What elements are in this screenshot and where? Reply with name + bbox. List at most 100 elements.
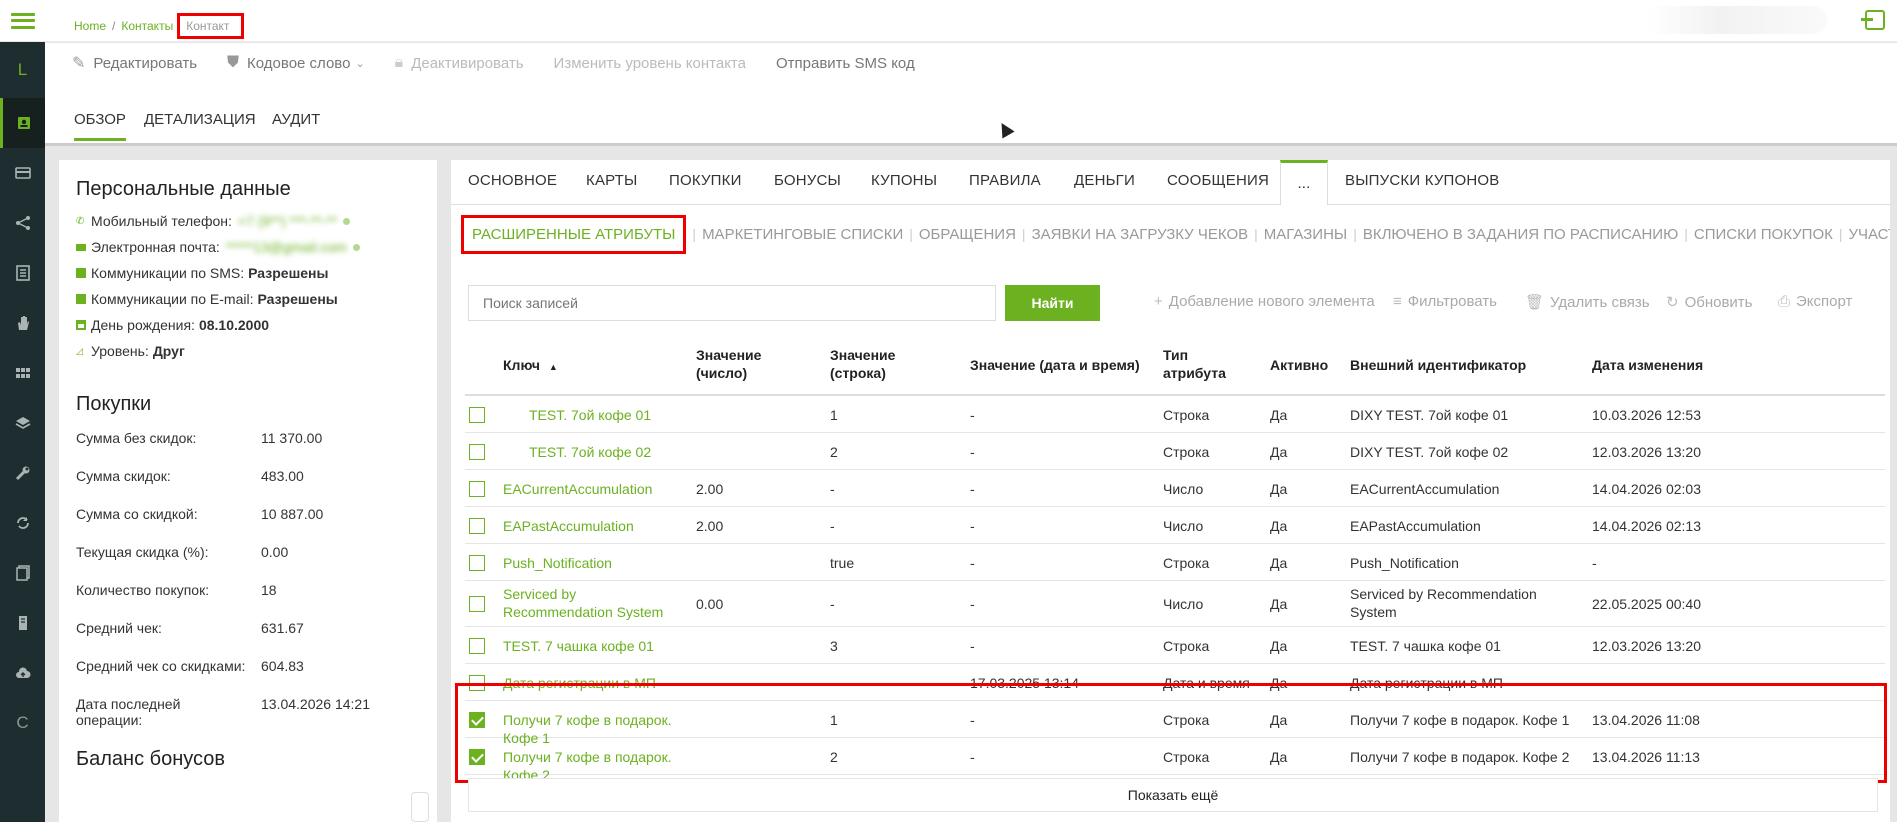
receipt-icon[interactable]	[0, 598, 45, 648]
row-checkbox[interactable]	[469, 554, 485, 571]
subtab-shopping-lists[interactable]: СПИСКИ ПОКУПОК	[1694, 226, 1833, 243]
app-letter-c[interactable]: C	[0, 698, 45, 748]
filter-button[interactable]: ≡ Фильтровать	[1393, 293, 1497, 310]
subtab-separator: |	[1021, 226, 1026, 242]
codeword-button[interactable]: ⛊ Кодовое слово ⌄	[227, 54, 365, 72]
tab-main[interactable]: ОСНОВНОЕ	[468, 172, 557, 189]
table-row[interactable]: EACurrentAccumulation 2.00 - - Число Да EACurr…	[465, 470, 1885, 507]
cell-active: Да	[1270, 596, 1288, 612]
attribute-key-text: TEST. 7ой кофе 02	[529, 444, 652, 460]
row-checkbox[interactable]	[469, 596, 485, 612]
table-row[interactable]: Serviced by Recommendation System 0.00 - - Ч…	[465, 581, 1885, 627]
cell-changed: 14.04.2026 02:03	[1592, 480, 1701, 497]
breadcrumb-separator: /	[112, 19, 116, 33]
scrollbar-thumb[interactable]	[411, 792, 429, 822]
wrench-icon[interactable]	[0, 448, 45, 498]
documents-icon[interactable]	[0, 548, 45, 598]
share-icon[interactable]	[0, 198, 45, 248]
add-element-button[interactable]: + Добавление нового элемента	[1154, 293, 1375, 310]
subtab-participation[interactable]: УЧАСТИЯ В ПЛ	[1848, 226, 1890, 243]
contact-card-icon[interactable]	[0, 98, 45, 148]
phone-value[interactable]: +7 (9**) ***-**-**	[238, 213, 337, 229]
attribute-key-link[interactable]: Serviced by Recommendation System	[503, 585, 688, 621]
purchase-stat-label: Средний чек:	[76, 620, 162, 636]
attribute-key-link[interactable]: Push_Notification	[503, 554, 688, 572]
row-checkbox[interactable]	[469, 480, 485, 497]
export-button[interactable]: ⎙ Экспорт	[1778, 293, 1852, 310]
col-number[interactable]: Значение (число)	[696, 346, 786, 382]
col-datetime[interactable]: Значение (дата и время)	[970, 356, 1140, 374]
tab-rules[interactable]: ПРАВИЛА	[969, 172, 1041, 189]
table-row[interactable]: TEST. 7ой кофе 01 1 - Строка Да DIXY TEST. 7о…	[465, 396, 1885, 433]
purchase-stat-value: 631.67	[261, 620, 304, 636]
tab-cards[interactable]: КАРТЫ	[586, 172, 638, 189]
layers-icon[interactable]	[0, 398, 45, 448]
grid-icon[interactable]	[0, 348, 45, 398]
user-menu[interactable]	[1647, 6, 1827, 34]
show-more-button[interactable]: Показать ещё	[468, 778, 1878, 812]
list-icon[interactable]	[0, 248, 45, 298]
subtab-extended-attributes[interactable]: РАСШИРЕННЫЕ АТРИБУТЫ	[461, 214, 687, 254]
send-sms-button[interactable]: Отправить SMS код	[776, 55, 915, 72]
table-row[interactable]: Push_Notification true - Строка Да Push_Notif…	[465, 544, 1885, 581]
row-checkbox[interactable]	[469, 406, 485, 423]
tab-purchases[interactable]: ПОКУПКИ	[669, 172, 742, 189]
subtab-scheduled-tasks[interactable]: ВКЛЮЧЕНО В ЗАДАНИЯ ПО РАСПИСАНИЮ	[1363, 226, 1678, 243]
delete-link-button[interactable]: 🗑︎ Удалить связь	[1525, 293, 1650, 312]
tab-overview[interactable]: ОБЗОР	[74, 111, 126, 141]
tab-money[interactable]: ДЕНЬГИ	[1074, 172, 1135, 189]
tab-coupon-issues[interactable]: ВЫПУСКИ КУПОНОВ	[1345, 172, 1500, 189]
row-checkbox[interactable]	[469, 517, 485, 534]
cell-date: -	[970, 637, 975, 654]
attribute-key-link[interactable]: TEST. 7ой кофе 01	[503, 406, 688, 424]
sync-icon[interactable]	[0, 498, 45, 548]
tab-messages[interactable]: СООБЩЕНИЯ	[1167, 172, 1269, 189]
table-row[interactable]: EAPastAccumulation 2.00 - - Число Да EAPastAcc…	[465, 507, 1885, 544]
col-changed[interactable]: Дата изменения	[1592, 356, 1703, 374]
subtab-separator: |	[692, 226, 697, 242]
check-icon	[76, 294, 86, 304]
add-element-label: Добавление нового элемента	[1168, 293, 1375, 310]
personal-data-title: Персональные данные	[76, 178, 291, 200]
find-button[interactable]: Найти	[1005, 285, 1100, 321]
search-input[interactable]	[468, 285, 996, 321]
col-active[interactable]: Активно	[1270, 356, 1328, 374]
email-value[interactable]: *****13@gmail.com	[226, 239, 347, 255]
row-checkbox[interactable]	[469, 637, 485, 654]
attribute-key-link[interactable]: TEST. 7ой кофе 02	[503, 443, 688, 461]
credit-card-icon[interactable]	[0, 148, 45, 198]
cloud-upload-icon[interactable]	[0, 648, 45, 698]
menu-toggle[interactable]	[0, 0, 45, 42]
refresh-button[interactable]: ↻ Обновить	[1666, 293, 1753, 312]
hand-icon[interactable]	[0, 298, 45, 348]
logout-icon[interactable]	[1861, 10, 1885, 30]
table-row[interactable]: TEST. 7ой кофе 02 2 - Строка Да DIXY TEST. 7о…	[465, 433, 1885, 470]
tab-more[interactable]: ...	[1280, 160, 1328, 205]
col-key[interactable]: Ключ ▲	[503, 356, 558, 376]
edit-button[interactable]: ✎ Редактировать	[72, 53, 197, 73]
breadcrumb-contacts[interactable]: Контакты	[121, 19, 173, 33]
tab-coupons[interactable]: КУПОНЫ	[871, 172, 937, 189]
attribute-key-link[interactable]: TEST. 7 чашка кофе 01	[503, 637, 688, 655]
deactivate-button[interactable]: 🔒︎ Деактивировать	[395, 54, 524, 72]
tab-audit[interactable]: АУДИТ	[272, 111, 320, 138]
subtab-marketing-lists[interactable]: МАРКЕТИНГОВЫЕ СПИСКИ	[702, 226, 903, 243]
subtab-stores[interactable]: МАГАЗИНЫ	[1264, 226, 1347, 243]
subtab-requests[interactable]: ОБРАЩЕНИЯ	[919, 226, 1016, 243]
tab-details[interactable]: ДЕТАЛИЗАЦИЯ	[144, 111, 256, 138]
col-string[interactable]: Значение (строка)	[830, 346, 920, 382]
tab-bonuses[interactable]: БОНУСЫ	[774, 172, 841, 189]
row-checkbox[interactable]	[469, 443, 485, 460]
col-external-id[interactable]: Внешний идентификатор	[1350, 356, 1526, 374]
app-letter-l[interactable]: L	[0, 42, 45, 98]
subtab-separator: |	[1353, 226, 1357, 242]
cell-str: -	[830, 517, 835, 534]
change-level-button[interactable]: Изменить уровень контакта	[554, 55, 746, 72]
attributes-panel: ОСНОВНОЕ КАРТЫ ПОКУПКИ БОНУСЫ КУПОНЫ ПРА…	[451, 160, 1890, 822]
table-row[interactable]: TEST. 7 чашка кофе 01 3 - Строка Да TEST. 7 ч…	[465, 627, 1885, 664]
attribute-key-link[interactable]: EACurrentAccumulation	[503, 480, 688, 498]
subtab-receipt-uploads[interactable]: ЗАЯВКИ НА ЗАГРУЗКУ ЧЕКОВ	[1032, 226, 1249, 243]
breadcrumb-home[interactable]: Home	[74, 19, 106, 33]
col-type[interactable]: Тип атрибута	[1163, 346, 1233, 382]
attribute-key-link[interactable]: EAPastAccumulation	[503, 517, 688, 535]
